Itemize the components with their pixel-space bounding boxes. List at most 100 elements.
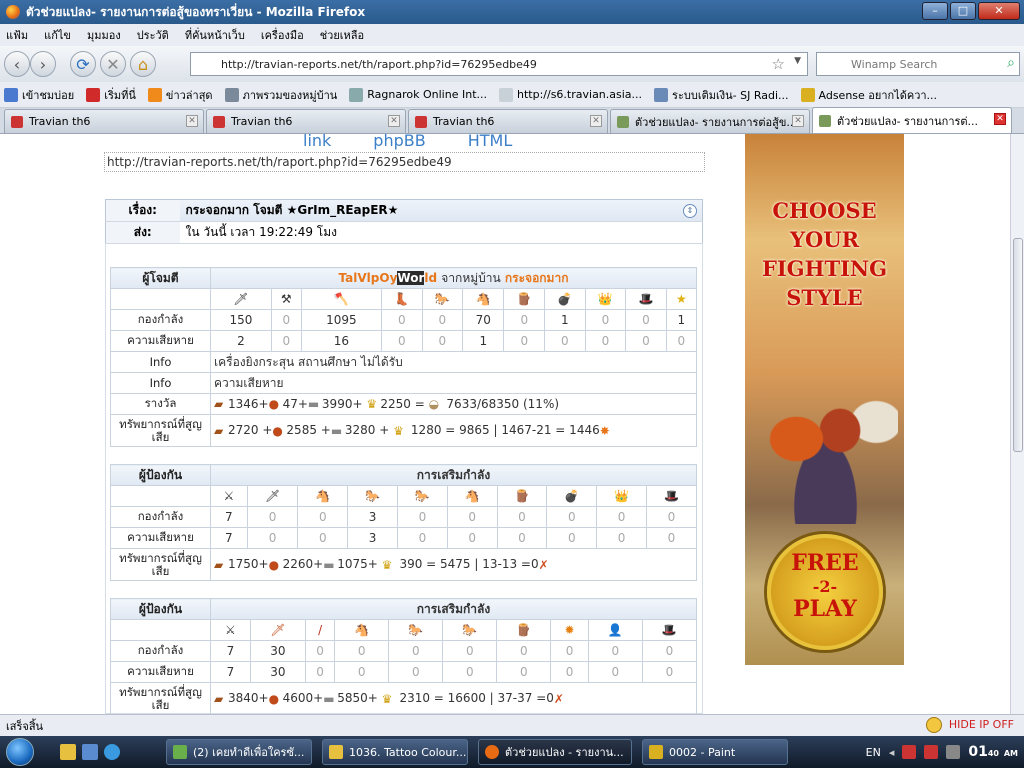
attacker-name-pre[interactable]: TalVlpOy [339, 271, 398, 285]
taskbar: (2) เคยทำดีเพื่อใครซั... 1036. Tattoo Co… [0, 736, 1024, 768]
chevron-left-icon[interactable]: ◂ [889, 746, 895, 759]
bookmark-label: เข้าชมบ่อย [22, 88, 75, 102]
attacker-troops-row: กองกำลัง 150 0 1095 0 0 70 0 1 0 0 1 [110, 309, 698, 331]
close-window-button[interactable]: ✕ [978, 2, 1020, 20]
bookmark-item[interactable]: http://s6.travian.asia... [499, 87, 642, 102]
menu-view[interactable]: มุมมอง [87, 26, 121, 44]
chief-icon: 👑 [596, 485, 647, 507]
reload-button[interactable]: ⟳ [70, 51, 96, 77]
menu-file[interactable]: แฟ้ม [6, 26, 28, 44]
lost-total: 390 = 5475 | 13-13 =0 [399, 557, 539, 572]
tray-app-icon[interactable] [902, 745, 917, 759]
bookmark-item[interactable]: ภาพรวมของหมู่บ้าน [224, 86, 337, 104]
ie-icon[interactable] [104, 744, 120, 760]
troop-count: 0 [388, 640, 444, 662]
report-url-field[interactable]: http://travian-reports.net/th/raport.php… [104, 152, 705, 172]
chevron-down-icon[interactable]: ▼ [794, 56, 801, 66]
url-bar[interactable]: http://travian-reports.net/th/raport.php… [190, 52, 808, 76]
desktop-icon[interactable] [82, 744, 98, 760]
hide-ip-toggle[interactable]: HIDE IP OFF [949, 718, 1014, 731]
loss-count: 0 [380, 330, 423, 352]
bookmark-item[interactable]: เริ่มที่นี่ [86, 86, 136, 104]
bookmark-star-icon[interactable]: ☆ [772, 55, 785, 73]
tab-travian-1[interactable]: Travian th6 ✕ [4, 109, 204, 133]
menu-bookmarks[interactable]: ที่คั่นหน้าเว็บ [185, 26, 245, 44]
home-button[interactable]: ⌂ [130, 51, 156, 77]
bookmark-item[interactable]: เข้าชมบ่อย [4, 86, 74, 104]
hero-star-icon: ★ [665, 288, 698, 310]
lost-lumber: 1750+ [228, 557, 269, 572]
back-button[interactable]: ‹ [4, 51, 30, 77]
crossed-icon: ✗ [538, 557, 549, 572]
bounty-values: ▰ 1346+● 47+▬ 3990+ ♛ 2250 = ◒ 7633/68350 (1… [210, 393, 697, 415]
folder-icon[interactable] [60, 744, 76, 760]
start-button[interactable] [0, 736, 40, 768]
ram-icon: 🪵 [496, 619, 552, 641]
lost-clay: 4600+ [282, 691, 324, 706]
menu-help[interactable]: ช่วยเหลือ [320, 26, 364, 44]
defender-troops-row: กองกำลัง 7003000000 [110, 506, 698, 528]
tab-travian-2[interactable]: Travian th6 ✕ [206, 109, 406, 133]
maximize-button[interactable]: □ [950, 2, 976, 20]
language-indicator[interactable]: EN [866, 746, 881, 759]
taskbar-item[interactable]: 1036. Tattoo Colour... [322, 739, 468, 765]
scrollbar-thumb[interactable] [1013, 238, 1023, 452]
tab-report-active[interactable]: ตัวช่วยแปลง- รายงานการต่... ✕ [812, 107, 1012, 133]
troop-count: 0 [546, 506, 598, 528]
window-titlebar: ตัวช่วยแปลง- รายงานการต่อสู้ของทราเวี่ยน… [0, 0, 1024, 24]
clay-icon: ● [272, 423, 283, 438]
navigation-toolbar: ‹ › ⟳ ✕ ⌂ http://travian-reports.net/th/… [0, 46, 1024, 82]
search-input[interactable]: Winamp Search ⌕ [816, 52, 1020, 76]
defender-role: ผู้ป้องกัน [110, 598, 211, 620]
tab-report-1[interactable]: ตัวช่วยแปลง- รายงานการต่อสู้ข... ✕ [610, 109, 810, 133]
attacker-village[interactable]: กระจอกมาก [505, 271, 569, 285]
menu-bar: แฟ้ม แก้ไข มุมมอง ประวัติ ที่คั่นหน้าเว็… [0, 24, 1024, 46]
network-icon[interactable] [946, 745, 961, 759]
loss-count: 0 [596, 527, 647, 549]
close-tab-icon[interactable]: ✕ [186, 115, 198, 127]
settler-icon: 🎩 [641, 619, 698, 641]
taskbar-item-active[interactable]: ตัวช่วยแปลง - รายงาน... [478, 739, 632, 765]
bounty-lumber: 1346+ [228, 396, 269, 411]
tray-app-icon[interactable] [924, 745, 939, 759]
attacker-name-selected[interactable]: Wor [397, 270, 425, 285]
info-label: Info [110, 372, 211, 394]
attacker-title: TalVlpOyWorld จากหมู่บ้าน กระจอกมาก [210, 267, 697, 289]
paladin-icon: 🐎 [421, 288, 464, 310]
menu-tools[interactable]: เครื่องมือ [261, 26, 304, 44]
stop-button[interactable]: ✕ [100, 51, 126, 77]
bookmark-item[interactable]: Adsense อยากได้ควา... [800, 86, 937, 104]
taskbar-item[interactable]: 0002 - Paint [642, 739, 788, 765]
bookmark-item[interactable]: Ragnarok Online Int... [349, 87, 487, 102]
bookmark-item[interactable]: ระบบเติมเงิน- SJ Radi... [654, 86, 789, 104]
clock[interactable]: 0140 AM [968, 744, 1018, 760]
link-html[interactable]: HTML [468, 134, 513, 150]
close-tab-icon[interactable]: ✕ [590, 115, 602, 127]
bookmark-label: เริ่มที่นี่ [104, 88, 136, 102]
minimize-button[interactable]: – [922, 2, 948, 20]
clock-minute: 40 [987, 749, 999, 758]
sword-icon [617, 115, 629, 128]
link-link[interactable]: link [303, 134, 331, 150]
ad-play-text[interactable]: FREE -2- PLAY [767, 552, 883, 621]
attacker-name-post[interactable]: ld [424, 271, 437, 285]
forward-button[interactable]: › [30, 51, 56, 77]
close-tab-icon[interactable]: ✕ [792, 115, 804, 127]
bookmark-item[interactable]: ข่าวล่าสุด [147, 86, 213, 104]
defender-troops-row: กองกำลัง 7 30 0 0 0 0 0 0 0 0 [110, 640, 698, 662]
smiley-icon[interactable] [926, 717, 942, 733]
loss-count: 0 [625, 330, 667, 352]
troop-count: 0 [380, 309, 423, 331]
search-icon[interactable]: ⌕ [1007, 55, 1015, 71]
menu-edit[interactable]: แก้ไข [44, 26, 71, 44]
ad-banner[interactable]: CHOOSE YOUR FIGHTING STYLE FREE -2- PLAY [745, 134, 904, 665]
vertical-scrollbar[interactable] [1010, 134, 1024, 714]
tab-travian-3[interactable]: Travian th6 ✕ [408, 109, 608, 133]
collapse-icon[interactable]: ⇕ [683, 204, 697, 218]
close-tab-icon[interactable]: ✕ [388, 115, 400, 127]
attacker-losses-row: ความเสียหาย 2 0 16 0 0 1 0 0 0 0 0 [110, 330, 698, 352]
link-phpbb[interactable]: phpBB [373, 134, 425, 150]
menu-history[interactable]: ประวัติ [137, 26, 169, 44]
taskbar-item[interactable]: (2) เคยทำดีเพื่อใครซั... [166, 739, 312, 765]
close-tab-icon[interactable]: ✕ [994, 113, 1006, 125]
